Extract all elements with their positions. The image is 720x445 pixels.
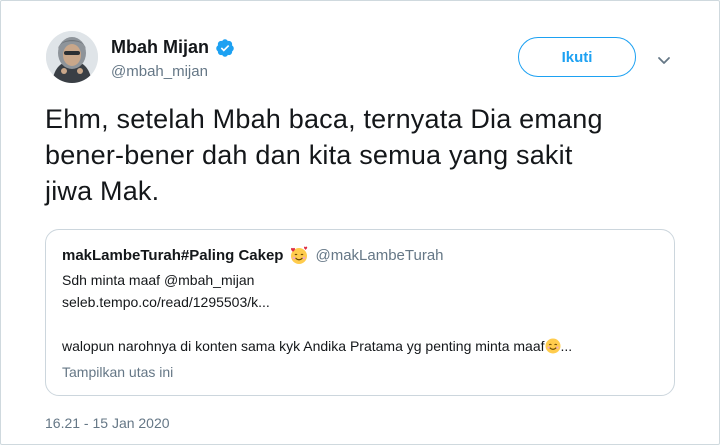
chevron-down-icon[interactable] bbox=[655, 51, 673, 69]
show-thread-link[interactable]: Tampilkan utas ini bbox=[62, 364, 173, 380]
quoted-author-handle: @makLambeTurah bbox=[315, 246, 444, 264]
smiling-face-with-hearts-icon bbox=[289, 245, 309, 265]
tweet-text: Ehm, setelah Mbah baca, ternyata Dia ema… bbox=[45, 101, 685, 209]
quoted-url-link[interactable]: seleb.tempo.co/read/1295503/k... bbox=[62, 294, 270, 310]
quoted-tweet[interactable]: makLambeTurah#Paling Cakep @makLambeTura… bbox=[45, 229, 675, 396]
quoted-tweet-header: makLambeTurah#Paling Cakep @makLambeTura… bbox=[62, 245, 444, 265]
smiling-face-with-smiling-eyes-icon bbox=[545, 338, 561, 354]
author-name-row: Mbah Mijan bbox=[111, 37, 235, 58]
tweet-embed-card: Mbah Mijan @mbah_mijan Ikuti Ehm, setela… bbox=[0, 0, 720, 445]
quoted-author-name: makLambeTurah#Paling Cakep bbox=[62, 246, 284, 264]
tweet-timestamp[interactable]: 16.21 - 15 Jan 2020 bbox=[45, 415, 170, 431]
author-avatar[interactable] bbox=[46, 31, 98, 83]
author-handle[interactable]: @mbah_mijan bbox=[111, 63, 208, 80]
author-name[interactable]: Mbah Mijan bbox=[111, 37, 209, 58]
verified-badge-icon bbox=[215, 38, 235, 58]
tweet-text-line: jiwa Mak. bbox=[45, 176, 160, 206]
quoted-mention-link[interactable]: @mbah_mijan bbox=[164, 272, 254, 288]
tweet-text-line: Ehm, setelah Mbah baca, ternyata Dia ema… bbox=[45, 104, 603, 134]
quoted-url-line: seleb.tempo.co/read/1295503/k... bbox=[62, 294, 270, 310]
tweet-text-line: bener-bener dah dan kita semua yang saki… bbox=[45, 140, 573, 170]
quoted-text-line: Sdh minta maaf @mbah_mijan bbox=[62, 272, 254, 288]
follow-button[interactable]: Ikuti bbox=[518, 37, 636, 77]
quoted-body-ellipsis: ... bbox=[560, 338, 573, 354]
avatar-hoodie-person-icon bbox=[46, 31, 98, 83]
quoted-body-text: walopun narohnya di konten sama kyk Andi… bbox=[62, 338, 545, 354]
quoted-body-line: walopun narohnya di konten sama kyk Andi… bbox=[62, 338, 572, 354]
quoted-text-prefix: Sdh minta maaf bbox=[62, 272, 164, 288]
